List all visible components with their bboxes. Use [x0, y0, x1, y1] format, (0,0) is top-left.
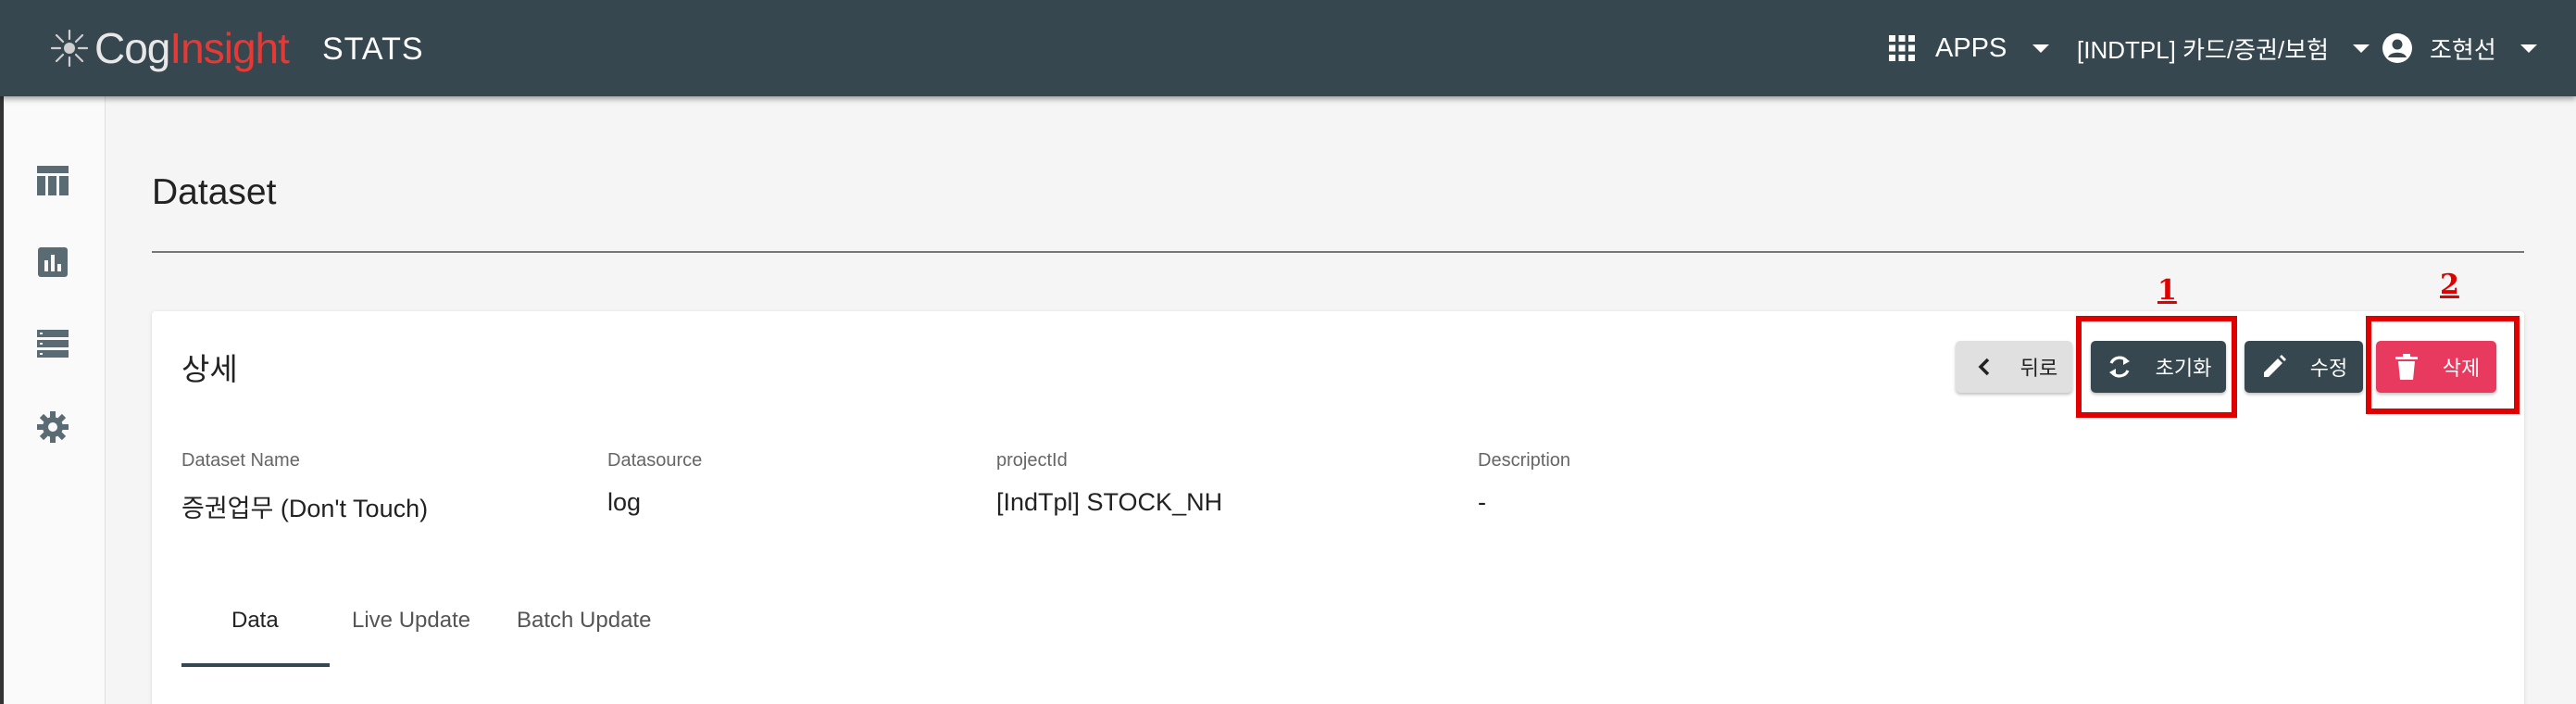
sidebar-item-settings[interactable]: [33, 408, 72, 446]
apps-menu-label: APPS: [1935, 32, 2007, 63]
card-title: 상세: [181, 352, 238, 386]
annotation-box-2: [2366, 316, 2520, 414]
logo-text-insight: Insight: [169, 24, 290, 72]
pencil-icon: [2260, 353, 2288, 381]
table-icon: [37, 166, 69, 195]
field-value-dataset-name: 증권업무 (Don't Touch): [181, 495, 429, 522]
logo-text-cog: Cog: [94, 24, 170, 72]
title-divider: [152, 251, 2524, 253]
tab-data[interactable]: Data: [231, 608, 279, 634]
account-circle-icon: [2382, 33, 2412, 63]
chevron-down-icon: [2032, 44, 2050, 53]
back-button-label: 뒤로: [2020, 357, 2058, 380]
sidebar-item-charts[interactable]: [33, 243, 72, 282]
field-label-description: Description: [1478, 450, 1571, 471]
logo-sunburst-icon: [50, 29, 89, 68]
back-button[interactable]: 뒤로: [1956, 341, 2072, 393]
project-selector-label: [INDTPL] 카드/증권/보험: [2077, 35, 2330, 64]
annotation-box-1: [2076, 316, 2237, 418]
sidebar-item-list[interactable]: [33, 324, 72, 363]
field-value-project-id: [IndTpl] STOCK_NH: [996, 488, 1223, 516]
field-value-datasource: log: [607, 488, 642, 516]
project-selector[interactable]: [INDTPL] 카드/증권/보험: [2077, 28, 2370, 69]
sidebar-item-tables[interactable]: [33, 161, 72, 200]
chevron-left-icon: [1970, 353, 1998, 381]
list-icon: [37, 330, 69, 358]
field-label-datasource: Datasource: [607, 450, 703, 471]
app-name: STATS: [322, 31, 424, 67]
tab-live-update[interactable]: Live Update: [352, 608, 470, 634]
cog-insight-logo[interactable]: Cog Insight: [48, 20, 290, 76]
edit-button-label: 수정: [2309, 357, 2348, 380]
annotation-marker-1: 1: [2157, 274, 2177, 307]
chevron-down-icon: [2353, 44, 2370, 53]
user-menu[interactable]: 조현선: [2382, 28, 2537, 69]
edit-button[interactable]: 수정: [2245, 341, 2363, 393]
app-root: CogInsight STATS APPS [INDTPL] 카드/증권/보험: [0, 0, 2576, 704]
apps-menu-button[interactable]: APPS: [1889, 28, 2050, 69]
chevron-down-icon: [2520, 44, 2537, 53]
gear-icon: [37, 411, 69, 443]
field-label-dataset-name: Dataset Name: [181, 450, 300, 471]
annotation-marker-2: 2: [2440, 269, 2459, 301]
active-tab-indicator: [181, 663, 330, 667]
chart-icon: [38, 247, 68, 277]
user-name: 조현선: [2430, 35, 2496, 64]
tab-batch-update[interactable]: Batch Update: [517, 608, 651, 634]
apps-grid-icon: [1889, 35, 1915, 61]
top-app-bar: CogInsight STATS APPS [INDTPL] 카드/증권/보험: [0, 0, 2576, 96]
field-value-description: -: [1478, 488, 1486, 516]
field-label-project-id: projectId: [996, 450, 1068, 471]
sidebar: [0, 96, 106, 704]
page-title: Dataset: [152, 172, 277, 212]
